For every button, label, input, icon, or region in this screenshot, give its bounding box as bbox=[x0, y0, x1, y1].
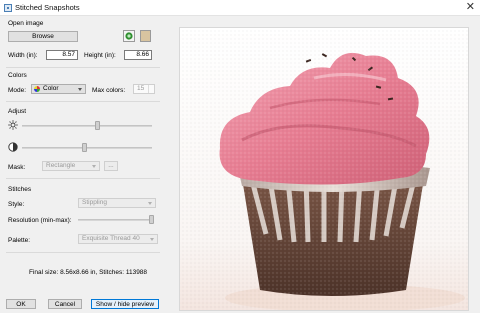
width-label: Width (in): bbox=[8, 52, 38, 59]
mask-select[interactable]: Rectangle bbox=[42, 161, 100, 171]
contrast-slider[interactable] bbox=[81, 143, 87, 152]
colors-group-label: Colors bbox=[8, 72, 27, 79]
adjust-group-label: Adjust bbox=[8, 108, 27, 115]
contrast-track bbox=[22, 147, 152, 149]
palette-label: Palette: bbox=[8, 237, 31, 244]
max-colors-spinner[interactable]: 15 bbox=[133, 84, 155, 94]
mask-options-button[interactable]: ... bbox=[104, 161, 118, 171]
brightness-slider[interactable] bbox=[94, 121, 100, 130]
palette-value: Exquisite Thread 40 bbox=[82, 235, 140, 242]
stitches-group-label: Stitches bbox=[8, 186, 32, 193]
chevron-down-icon bbox=[148, 202, 152, 205]
mask-label: Mask: bbox=[8, 164, 26, 171]
chevron-down-icon bbox=[92, 165, 96, 168]
divider bbox=[6, 101, 160, 102]
close-icon[interactable]: ✕ bbox=[466, 1, 475, 14]
resolution-track bbox=[78, 219, 154, 221]
mode-label: Mode: bbox=[8, 87, 27, 94]
chevron-down-icon bbox=[150, 238, 154, 241]
style-label: Style: bbox=[8, 201, 25, 208]
preview-canvas[interactable] bbox=[179, 27, 469, 311]
resolution-label: Resolution (min-max): bbox=[8, 217, 72, 224]
ok-button[interactable]: OK bbox=[6, 299, 36, 309]
cupcake-preview-image bbox=[180, 28, 468, 310]
mode-value: Color bbox=[43, 85, 59, 92]
mode-select[interactable]: Color bbox=[31, 84, 86, 94]
style-value: Stippling bbox=[82, 199, 107, 206]
divider bbox=[6, 252, 160, 253]
open-image-group-label: Open image bbox=[8, 20, 44, 27]
contrast-icon bbox=[8, 142, 18, 152]
palette-select[interactable]: Exquisite Thread 40 bbox=[78, 234, 158, 244]
resolution-slider[interactable] bbox=[149, 215, 155, 224]
background-color-swatch[interactable] bbox=[140, 30, 151, 42]
mask-value: Rectangle bbox=[46, 162, 76, 169]
preview-frame bbox=[166, 16, 480, 313]
browse-button[interactable]: Browse bbox=[8, 31, 78, 42]
window-title: Stitched Snapshots bbox=[15, 3, 80, 12]
style-select[interactable]: Stippling bbox=[78, 198, 156, 208]
chevron-down-icon bbox=[78, 88, 82, 91]
settings-panel: Open image Browse Width (in): 8.57 Heigh… bbox=[0, 16, 166, 313]
max-colors-value: 15 bbox=[137, 85, 145, 92]
toggle-preview-button[interactable]: Show / hide preview bbox=[91, 299, 159, 309]
max-colors-label: Max colors: bbox=[92, 87, 126, 94]
height-label: Height (in): bbox=[84, 52, 116, 59]
app-icon bbox=[4, 4, 12, 12]
final-size-status: Final size: 8.56x8.66 in, Stitches: 1139… bbox=[29, 269, 148, 276]
cancel-button[interactable]: Cancel bbox=[48, 299, 82, 309]
divider bbox=[6, 67, 160, 68]
spinner-arrows-icon bbox=[148, 85, 154, 93]
palette-icon bbox=[34, 86, 40, 92]
brightness-icon bbox=[8, 120, 18, 130]
title-bar: Stitched Snapshots ✕ bbox=[0, 0, 480, 16]
height-field[interactable]: 8.66 bbox=[124, 50, 152, 60]
divider bbox=[6, 178, 160, 179]
width-field[interactable]: 8.57 bbox=[46, 50, 78, 60]
brightness-track bbox=[22, 125, 152, 127]
stitch-color-icon[interactable] bbox=[123, 30, 135, 42]
